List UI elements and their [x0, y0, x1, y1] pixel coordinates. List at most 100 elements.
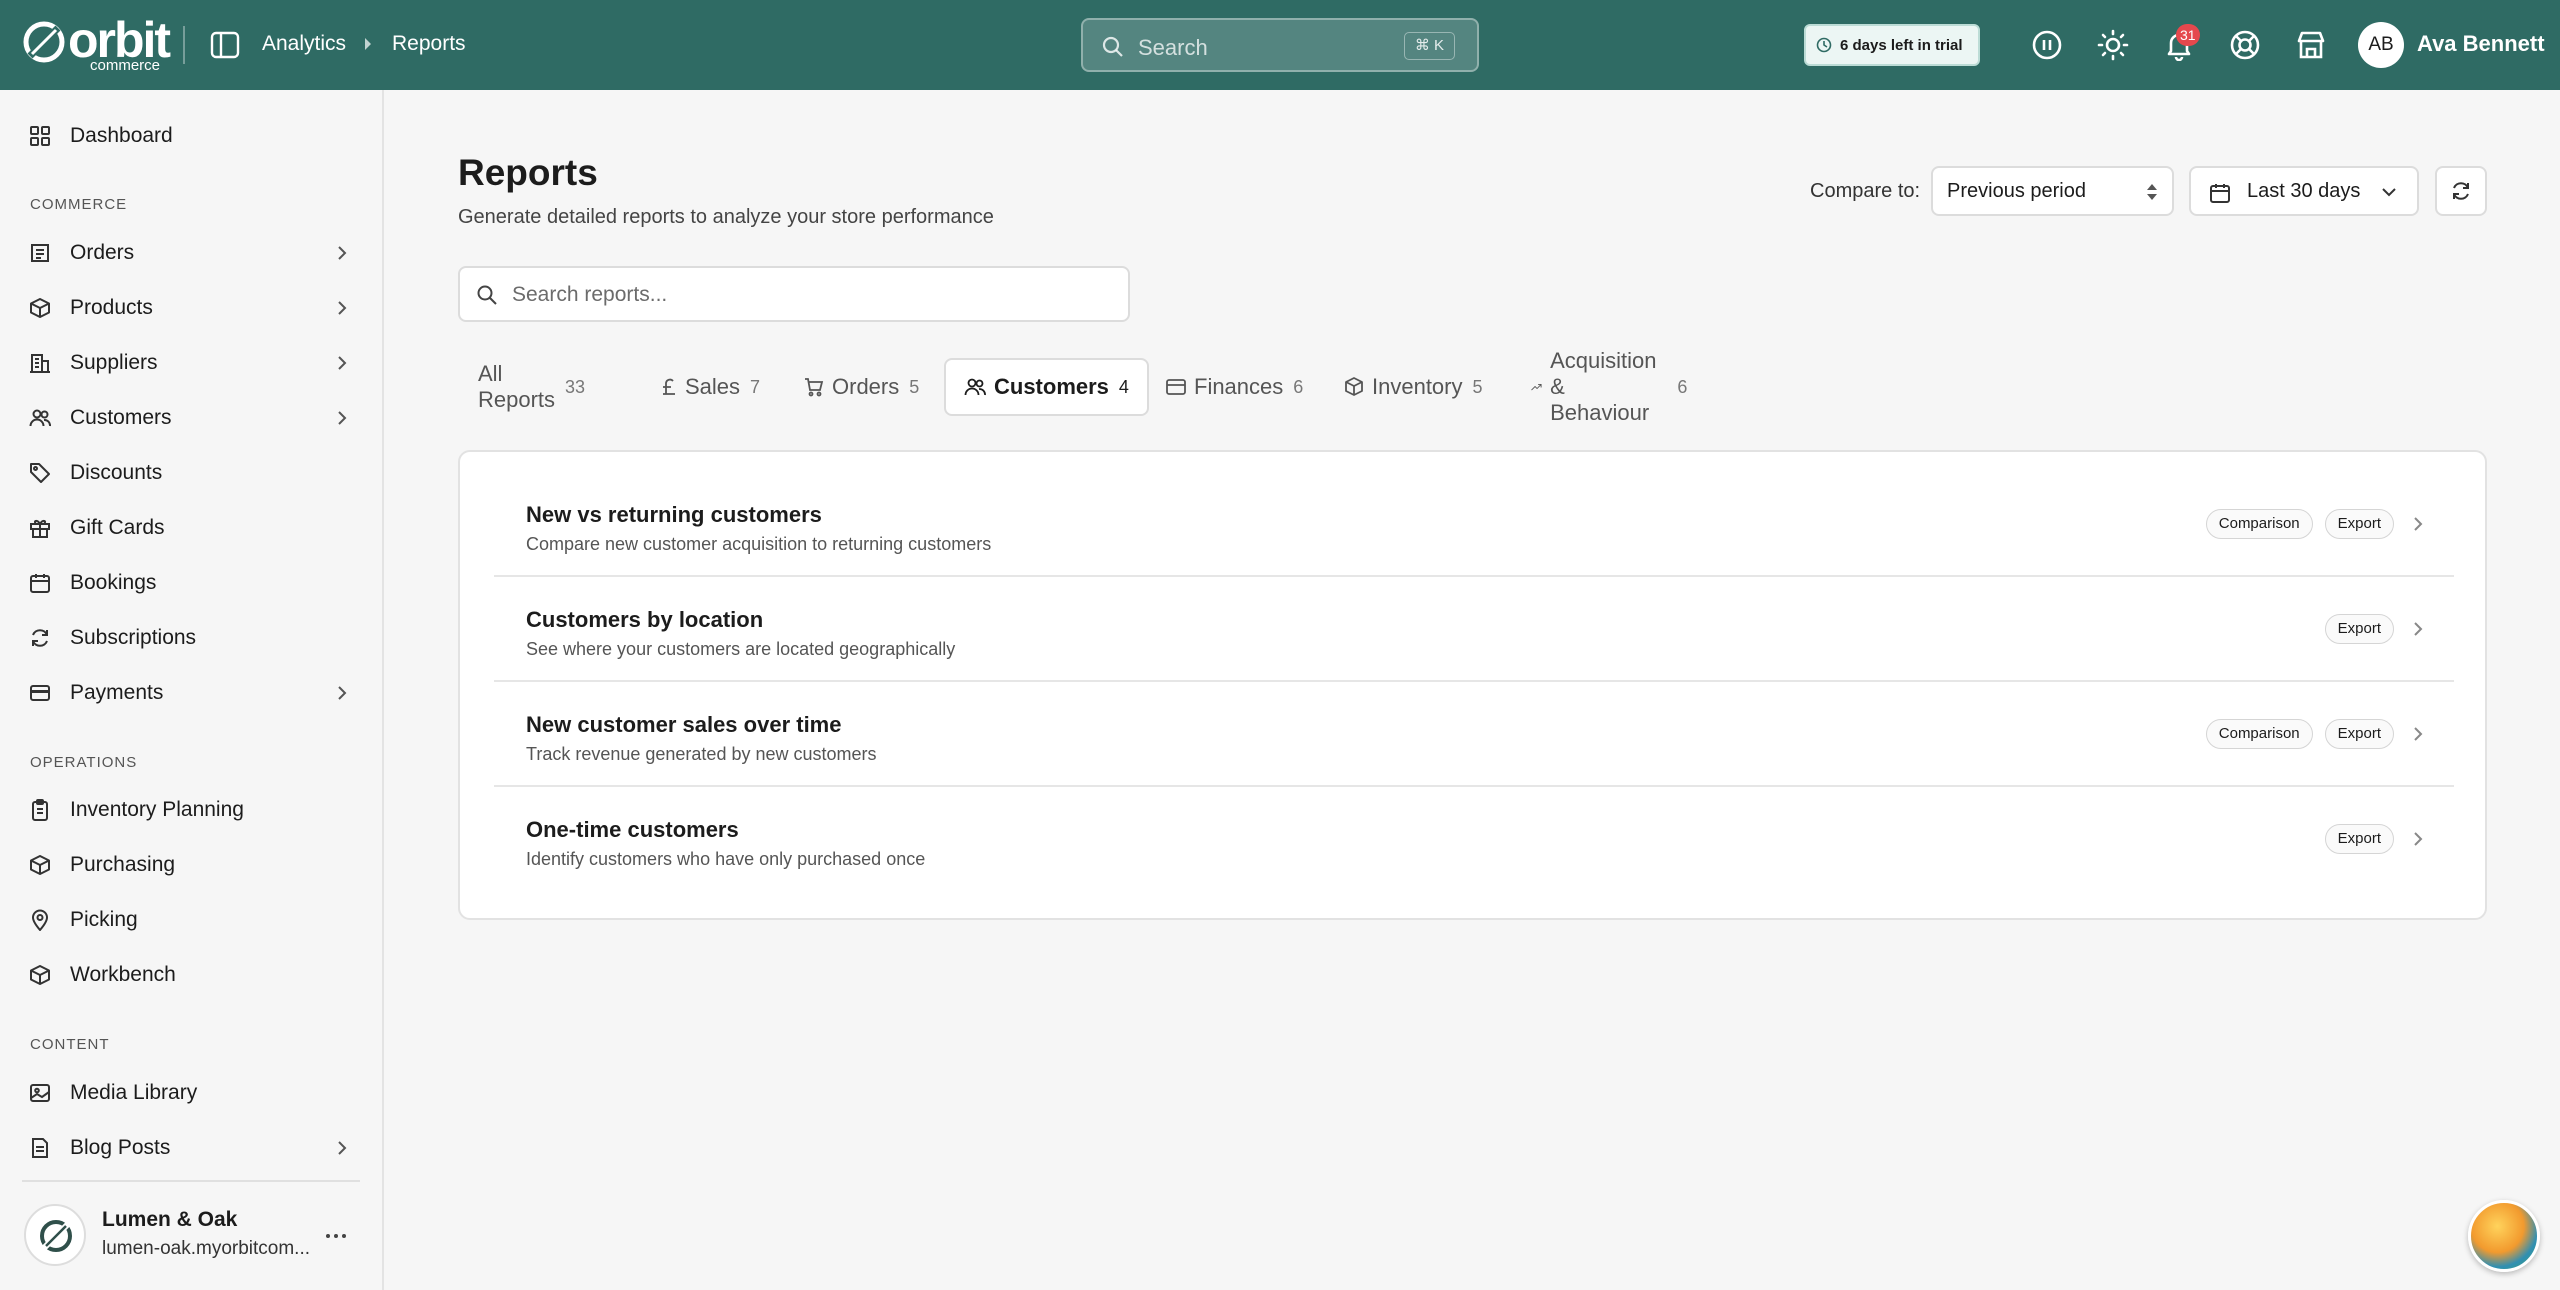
chevron-right-icon	[2414, 832, 2423, 846]
breadcrumb-separator-icon	[365, 38, 371, 50]
report-row[interactable]: One-time customers Identify customers wh…	[494, 787, 2454, 892]
sidebar-item-orders[interactable]: Orders	[0, 229, 384, 277]
chevron-down-icon	[2382, 188, 2396, 197]
tab-label: Inventory	[1372, 374, 1463, 399]
tag-export: Export	[2324, 614, 2394, 644]
sidebar-item-suppliers[interactable]: Suppliers	[0, 339, 384, 387]
sidebar-item-purchasing[interactable]: Purchasing	[0, 841, 384, 889]
chevron-right-icon	[2414, 622, 2423, 636]
report-tags: Comparison Export	[2205, 509, 2394, 539]
document-icon	[32, 1138, 48, 1158]
sidebar-item-products[interactable]: Products	[0, 284, 384, 332]
sidebar-item-label: Orders	[70, 241, 135, 264]
sidebar-item-label: Subscriptions	[70, 626, 197, 649]
sun-icon[interactable]	[2097, 29, 2129, 61]
tab-count: 7	[750, 376, 761, 397]
report-title: Customers by location	[526, 607, 764, 632]
sidebar-item-gift-cards[interactable]: Gift Cards	[0, 504, 384, 552]
sidebar-item-label: Blog Posts	[70, 1136, 171, 1159]
tab-count: 6	[1677, 376, 1688, 397]
report-title: New customer sales over time	[526, 712, 842, 737]
clock-icon	[1816, 37, 1832, 53]
sidebar-divider	[22, 1180, 360, 1182]
sidebar-item-label: Suppliers	[70, 351, 158, 374]
sidebar-item-discounts[interactable]: Discounts	[0, 449, 384, 497]
gift-icon	[30, 520, 50, 538]
report-row[interactable]: Customers by location See where your cus…	[494, 577, 2454, 682]
report-tags: Export	[2324, 614, 2394, 644]
map-pin-icon	[31, 909, 49, 931]
sidebar-toggle-icon[interactable]	[210, 30, 240, 60]
sidebar-item-label: Payments	[70, 681, 164, 704]
assistant-launcher-button[interactable]	[2468, 1200, 2540, 1272]
report-title: One-time customers	[526, 817, 739, 842]
refresh-button[interactable]	[2435, 166, 2487, 216]
user-name[interactable]: Ava Bennett	[2417, 31, 2545, 57]
sidebar-item-inventory-planning[interactable]: Inventory Planning	[0, 786, 384, 834]
report-list: New vs returning customers Compare new c…	[458, 450, 2487, 920]
sidebar-item-label: Inventory Planning	[70, 798, 244, 821]
report-search-input[interactable]	[512, 278, 1112, 312]
tag-icon	[30, 463, 50, 483]
report-tags: Comparison Export	[2205, 719, 2394, 749]
top-bar: orbit commerce Analytics Reports Search …	[0, 0, 2560, 90]
tab-sales[interactable]: Sales 7	[641, 358, 780, 416]
chevron-right-icon	[338, 686, 347, 700]
brand-word: orbit	[68, 12, 171, 68]
tab-finances[interactable]: Finances 6	[1146, 358, 1323, 416]
store-icon[interactable]	[2295, 29, 2327, 61]
more-horizontal-icon[interactable]	[324, 1224, 348, 1248]
sidebar-item-payments[interactable]: Payments	[0, 669, 384, 717]
sidebar-item-label: Products	[70, 296, 153, 319]
tab-label: Finances	[1194, 374, 1284, 399]
store-url: lumen-oak.myorbitcom...	[102, 1238, 311, 1259]
compare-label: Compare to:	[1810, 180, 1921, 202]
report-row[interactable]: New customer sales over time Track reven…	[494, 682, 2454, 787]
calendar-icon	[2210, 184, 2230, 203]
lifebuoy-icon[interactable]	[2229, 29, 2261, 61]
chevron-right-icon	[338, 1141, 347, 1155]
tab-inventory[interactable]: Inventory 5	[1324, 358, 1503, 416]
tab-orders[interactable]: Orders 5	[784, 358, 939, 416]
pause-circle-icon[interactable]	[2031, 29, 2063, 61]
sidebar-item-workbench[interactable]: Workbench	[0, 951, 384, 999]
sidebar-item-picking[interactable]: Picking	[0, 896, 384, 944]
tab-count: 33	[565, 376, 586, 397]
global-search[interactable]: Search ⌘ K	[1081, 18, 1479, 72]
trial-label: 6 days left in trial	[1840, 36, 1963, 54]
tab-customers[interactable]: Customers 4	[944, 358, 1149, 416]
sidebar-item-media-library[interactable]: Media Library	[0, 1069, 384, 1117]
report-row[interactable]: New vs returning customers Compare new c…	[494, 472, 2454, 577]
store-switcher[interactable]: Lumen & Oak lumen-oak.myorbitcom...	[24, 1204, 364, 1268]
compare-select[interactable]: Previous period	[1931, 166, 2174, 216]
tag-comparison: Comparison	[2205, 509, 2313, 539]
tab-label: Orders	[832, 374, 900, 399]
sidebar-item-label: Picking	[70, 908, 138, 931]
section-commerce: COMMERCE	[30, 196, 128, 213]
date-range-picker[interactable]: Last 30 days	[2189, 166, 2419, 216]
user-avatar[interactable]: AB	[2358, 22, 2404, 68]
orders-icon	[31, 244, 49, 262]
sidebar-item-bookings[interactable]: Bookings	[0, 559, 384, 607]
report-description: See where your customers are located geo…	[526, 639, 956, 659]
date-range-value: Last 30 days	[2247, 180, 2361, 202]
sidebar-item-label: Bookings	[70, 571, 157, 594]
sidebar-item-subscriptions[interactable]: Subscriptions	[0, 614, 384, 662]
brand-logo[interactable]: orbit commerce	[22, 12, 172, 74]
trial-badge[interactable]: 6 days left in trial	[1804, 24, 1980, 66]
calendar-icon	[30, 574, 50, 593]
cart-icon	[805, 378, 824, 397]
report-search[interactable]	[458, 266, 1130, 322]
report-title: New vs returning customers	[526, 502, 822, 527]
sidebar-item-customers[interactable]: Customers	[0, 394, 384, 442]
tab-acquisition-behaviour[interactable]: Acquisition & Behaviour 6	[1511, 348, 1707, 425]
brand-sub: commerce	[90, 57, 161, 74]
breadcrumb-analytics[interactable]: Analytics	[262, 32, 346, 56]
sidebar-item-blog-posts[interactable]: Blog Posts	[0, 1124, 384, 1172]
tab-label: All Reports	[478, 361, 556, 412]
search-placeholder: Search	[1138, 35, 1208, 60]
tab-count: 5	[909, 376, 920, 397]
users-icon	[29, 409, 51, 427]
sidebar-item-dashboard[interactable]: Dashboard	[0, 112, 384, 160]
tab-all-reports[interactable]: All Reports 33	[458, 358, 605, 416]
